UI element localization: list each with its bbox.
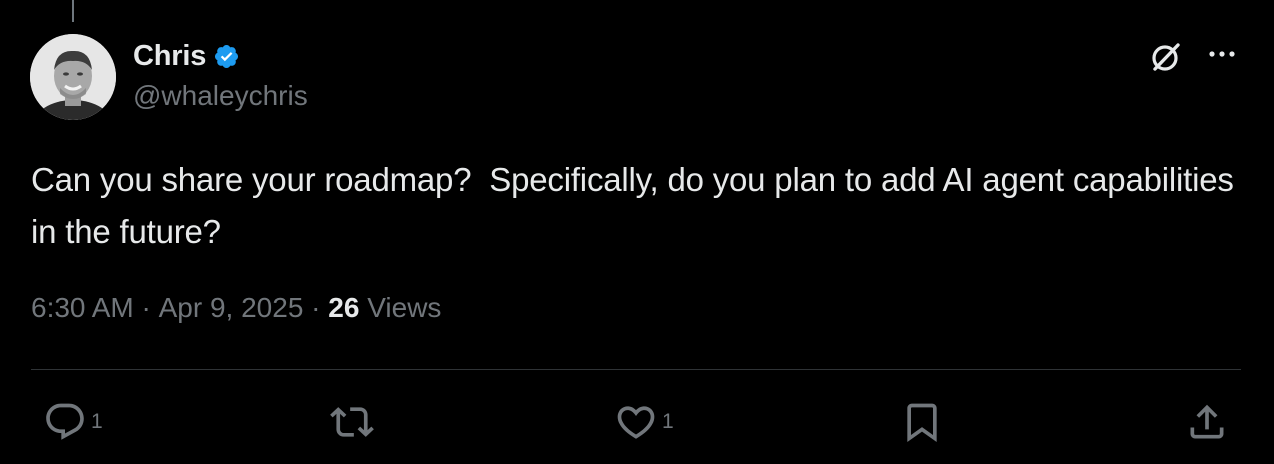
tweet-time[interactable]: 6:30 AM (31, 292, 134, 324)
bookmark-button[interactable] (900, 398, 944, 446)
share-button[interactable] (1185, 398, 1229, 446)
reply-bubble-icon (46, 403, 84, 440)
like-button[interactable]: 1 (614, 398, 674, 446)
reply-button[interactable]: 1 (43, 398, 103, 446)
more-dots-icon[interactable] (1205, 42, 1239, 70)
tweet-text: Can you share your roadmap? Specifically… (31, 161, 1243, 250)
verified-badge-icon[interactable] (213, 43, 240, 70)
bookmark-icon (907, 403, 937, 443)
divider (31, 369, 1241, 370)
author-name-row[interactable]: Chris (133, 38, 240, 74)
action-bar: 1 1 (0, 398, 1274, 446)
author-display-name[interactable]: Chris (133, 40, 206, 73)
like-count: 1 (662, 410, 674, 433)
tweet-date[interactable]: Apr 9, 2025 (159, 292, 304, 324)
tweet-metadata: 6:30 AM · Apr 9, 2025 · 26 Views (31, 292, 441, 324)
thread-connector-line (72, 0, 74, 22)
meta-separator: · (133, 292, 159, 323)
meta-separator: · (303, 292, 329, 323)
avatar[interactable] (30, 34, 116, 120)
avatar-image (30, 34, 116, 120)
retweet-arrows-icon (330, 407, 374, 437)
views-count[interactable]: 26 (328, 292, 359, 324)
reply-count: 1 (91, 410, 103, 433)
views-label[interactable]: Views (359, 292, 441, 324)
heart-icon (617, 406, 655, 439)
grok-icon[interactable] (1149, 40, 1183, 74)
retweet-button[interactable] (328, 398, 380, 446)
author-handle[interactable]: @whaleychris (133, 80, 308, 112)
share-upload-icon (1190, 404, 1224, 439)
